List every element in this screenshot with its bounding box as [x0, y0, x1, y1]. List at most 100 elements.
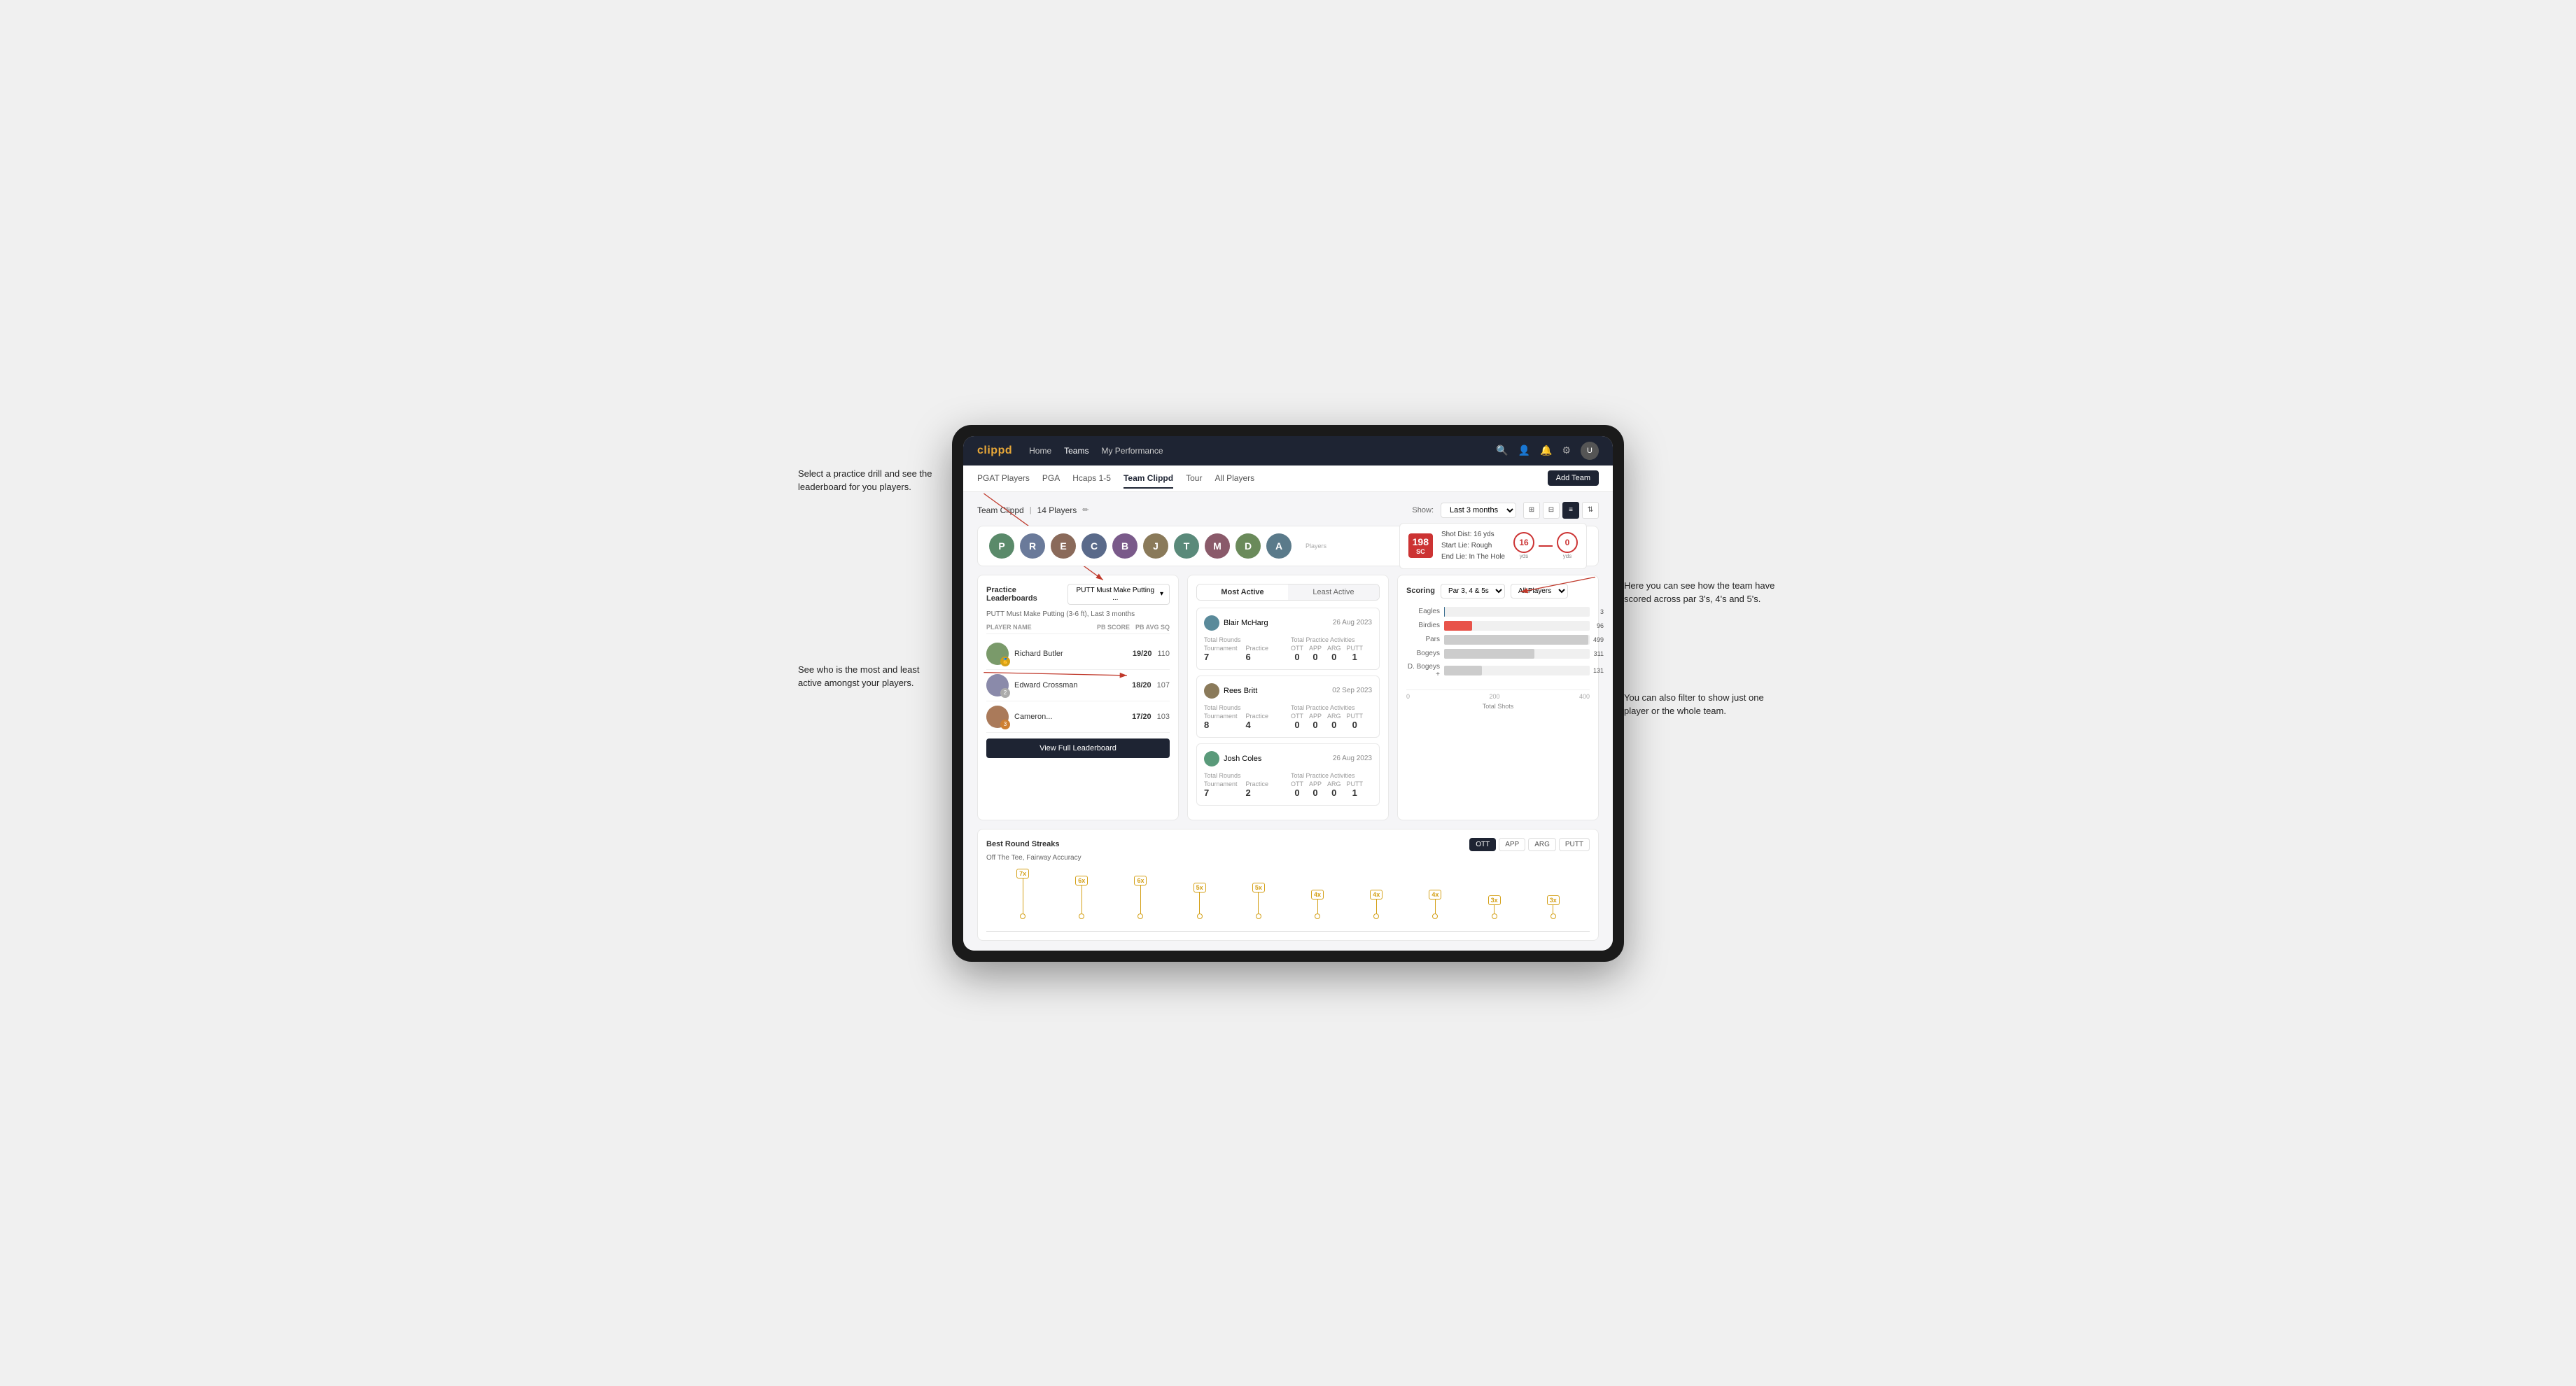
show-label: Show: [1412, 506, 1434, 514]
streak-point-4: 5x [1194, 883, 1206, 919]
putt-filter-btn[interactable]: PUTT [1559, 838, 1590, 851]
subnav-pgat[interactable]: PGAT Players [977, 473, 1030, 487]
streaks-title: Best Round Streaks [986, 840, 1060, 848]
grid-large-view-btn[interactable]: ⊟ [1543, 502, 1560, 519]
eagles-track: 3 [1444, 607, 1590, 617]
scoring-title: Scoring [1406, 587, 1435, 595]
app-filter-btn[interactable]: APP [1499, 838, 1525, 851]
leaderboard-dropdown[interactable]: PUTT Must Make Putting ... ▾ [1068, 584, 1170, 605]
pb-score-1: 19/20 [1133, 650, 1152, 658]
pac-player-josh[interactable]: Josh Coles [1204, 751, 1261, 766]
double-bogeys-fill [1444, 666, 1482, 676]
tournament-val-blair: 7 [1204, 652, 1238, 662]
leaderboard-row[interactable]: 🥇 Richard Butler 19/20 110 [986, 638, 1170, 670]
main-content: Team Clippd | 14 Players ✏ Show: Last 3 … [963, 492, 1613, 951]
team-name-label: Team Clippd [977, 505, 1024, 515]
player-avatar-7[interactable]: T [1174, 533, 1199, 559]
streak-chart: 7x 6x 6x [986, 869, 1590, 932]
top-nav: clippd Home Teams My Performance 🔍 👤 🔔 ⚙… [963, 436, 1613, 465]
least-active-tab[interactable]: Least Active [1288, 584, 1379, 600]
add-team-button[interactable]: Add Team [1548, 470, 1599, 486]
streaks-header: Best Round Streaks OTT APP ARG PUTT [986, 838, 1590, 851]
total-rounds-label-blair: Total Rounds [1204, 636, 1285, 643]
tablet-screen: clippd Home Teams My Performance 🔍 👤 🔔 ⚙… [963, 436, 1613, 951]
par-filter-select[interactable]: Par 3, 4 & 5s [1441, 584, 1505, 598]
most-active-tab[interactable]: Most Active [1197, 584, 1288, 600]
nav-link-home[interactable]: Home [1029, 446, 1051, 456]
edit-icon[interactable]: ✏ [1082, 505, 1088, 514]
scoring-header: Scoring Par 3, 4 & 5s All Players [1406, 584, 1590, 598]
pac-player-rees[interactable]: Rees Britt [1204, 683, 1257, 699]
bogeys-fill [1444, 649, 1534, 659]
best-round-streaks-section: Best Round Streaks OTT APP ARG PUTT Off … [977, 829, 1599, 941]
eagles-label: Eagles [1406, 608, 1440, 615]
nav-link-performance[interactable]: My Performance [1101, 446, 1163, 456]
player-avatar-1[interactable]: P [989, 533, 1014, 559]
leaderboard-row[interactable]: 2 Edward Crossman 18/20 107 [986, 670, 1170, 701]
subnav-team-clippd[interactable]: Team Clippd [1124, 473, 1173, 489]
player-avatar-8[interactable]: M [1205, 533, 1230, 559]
double-bogeys-label: D. Bogeys + [1406, 663, 1440, 678]
user-avatar[interactable]: U [1581, 442, 1599, 460]
nav-right: 🔍 👤 🔔 ⚙ U [1496, 442, 1599, 460]
player-rank-avatar-2: 2 [986, 674, 1009, 696]
filter-view-btn[interactable]: ⇅ [1582, 502, 1599, 519]
players-row: P R E C B J T M D A Players [977, 526, 1599, 566]
pac-stats-rees: Total Rounds Tournament 8 Practice [1204, 704, 1372, 730]
pars-bar-row: Pars 499 [1406, 635, 1590, 645]
player-name-2: Edward Crossman [1014, 681, 1126, 690]
leaderboard-header: Practice Leaderboards PUTT Must Make Put… [986, 584, 1170, 605]
shot-details: Shot Dist: 16 yds Start Lie: Rough End L… [1441, 529, 1505, 563]
avg-sq-3: 103 [1157, 713, 1170, 721]
subnav-hcaps[interactable]: Hcaps 1-5 [1072, 473, 1111, 487]
pac-name-josh: Josh Coles [1224, 755, 1261, 763]
tournament-col-blair: Tournament 7 [1204, 645, 1238, 662]
streak-point-3: 6x [1134, 876, 1147, 919]
list-view-btn[interactable]: ≡ [1562, 502, 1579, 519]
streak-point-6: 4x [1311, 890, 1324, 919]
yds-circles: 16 yds 0 yds [1513, 532, 1578, 559]
pac-player-blair[interactable]: Blair McHarg [1204, 615, 1268, 631]
nav-link-teams[interactable]: Teams [1064, 446, 1088, 456]
player-avatar-3[interactable]: E [1051, 533, 1076, 559]
player-avatar-6[interactable]: J [1143, 533, 1168, 559]
yds-connector [1539, 545, 1553, 547]
shot-badge: 198 SC [1408, 533, 1433, 559]
birdies-fill [1444, 621, 1472, 631]
bell-icon[interactable]: 🔔 [1540, 444, 1552, 456]
app-blair: APP 0 [1309, 645, 1322, 662]
player-avatar-2[interactable]: R [1020, 533, 1045, 559]
pars-value: 499 [1593, 636, 1604, 643]
player-activity-josh: Josh Coles 26 Aug 2023 Total Rounds Tour [1196, 743, 1380, 806]
total-shots-label: Total Shots [1406, 703, 1590, 710]
double-bogeys-value: 131 [1593, 667, 1604, 674]
view-full-leaderboard-button[interactable]: View Full Leaderboard [986, 738, 1170, 758]
players-filter-select[interactable]: All Players [1511, 584, 1568, 598]
arg-filter-btn[interactable]: ARG [1528, 838, 1556, 851]
ott-filter-btn[interactable]: OTT [1469, 838, 1496, 851]
player-avatar-4[interactable]: C [1082, 533, 1107, 559]
search-icon[interactable]: 🔍 [1496, 444, 1508, 456]
three-col-section: Practice Leaderboards PUTT Must Make Put… [977, 575, 1599, 820]
player-avatar-5[interactable]: B [1112, 533, 1138, 559]
pac-stats-blair: Total Rounds Tournament 7 Practice [1204, 636, 1372, 662]
streak-point-9: 3x [1488, 895, 1501, 919]
pac-avatar-rees [1204, 683, 1219, 699]
settings-icon[interactable]: ⚙ [1562, 444, 1571, 456]
team-header: Team Clippd | 14 Players ✏ Show: Last 3 … [977, 502, 1599, 519]
subnav-all-players[interactable]: All Players [1214, 473, 1254, 487]
total-practice-label-rees: Total Practice Activities [1291, 704, 1372, 711]
player-activity-blair: Blair McHarg 26 Aug 2023 Total Rounds To [1196, 608, 1380, 670]
subnav-tour[interactable]: Tour [1186, 473, 1202, 487]
player-avatar-9[interactable]: D [1236, 533, 1261, 559]
double-bogeys-track: 131 [1444, 666, 1590, 676]
pac-header-josh: Josh Coles 26 Aug 2023 [1204, 751, 1372, 766]
show-period-select[interactable]: Last 3 months [1441, 503, 1516, 518]
leaderboard-row[interactable]: 3 Cameron... 17/20 103 [986, 701, 1170, 733]
annotation-bottom-left: See who is the most and least active amo… [798, 663, 938, 690]
subnav-pga[interactable]: PGA [1042, 473, 1060, 487]
grid-small-view-btn[interactable]: ⊞ [1523, 502, 1540, 519]
view-icons: ⊞ ⊟ ≡ ⇅ [1523, 502, 1599, 519]
player-avatar-10[interactable]: A [1266, 533, 1292, 559]
people-icon[interactable]: 👤 [1518, 444, 1530, 456]
